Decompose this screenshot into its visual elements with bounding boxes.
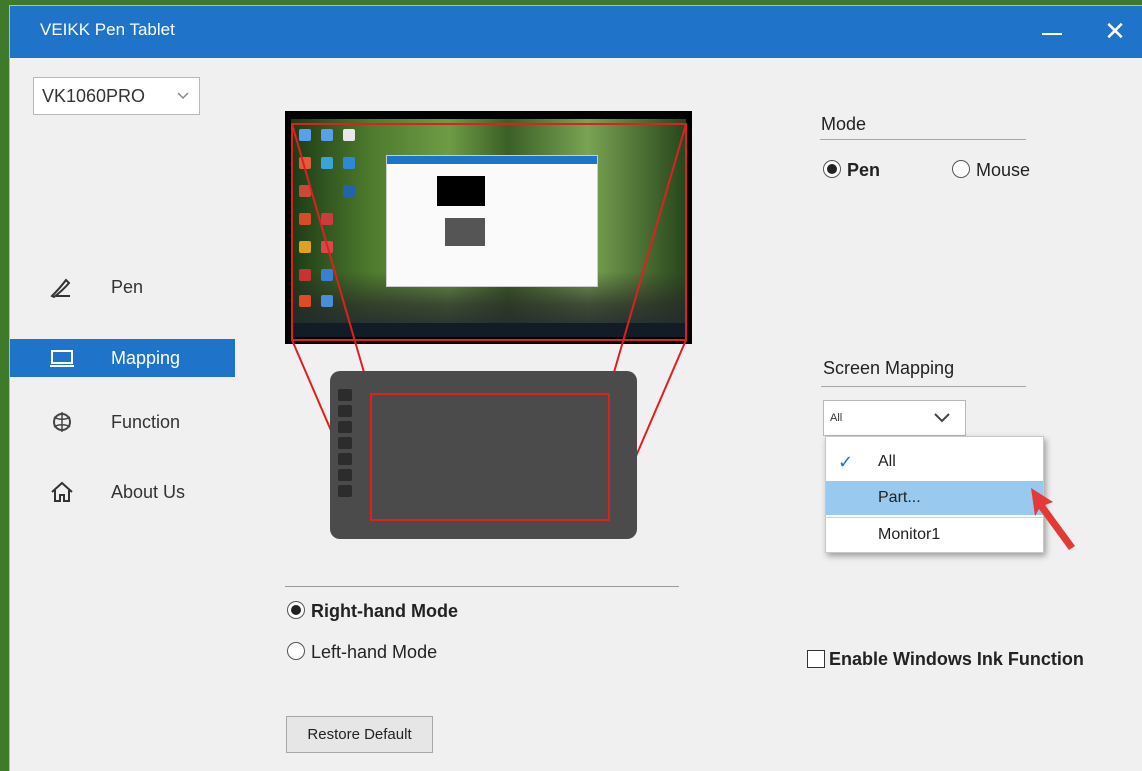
tablet-preview: [330, 371, 637, 539]
screen-mapping-divider: [821, 386, 1026, 387]
right-hand-mode-label: Right-hand Mode: [311, 601, 458, 621]
mode-mouse-label: Mouse: [976, 160, 1031, 180]
radio-checked-icon: [287, 601, 305, 619]
dropdown-option-all[interactable]: ✓ All: [826, 445, 1043, 479]
dropdown-option-monitor1[interactable]: Monitor1: [826, 518, 1043, 552]
radio-unchecked-icon: [287, 642, 305, 660]
windows-ink-checkbox[interactable]: Enable Windows Ink Function: [807, 649, 1084, 670]
tablet-active-area: [370, 393, 610, 521]
dropdown-option-part[interactable]: Part...: [826, 481, 1043, 515]
radio-unchecked-icon: [952, 160, 970, 178]
mode-mouse-radio[interactable]: Mouse: [952, 160, 1030, 181]
restore-default-button[interactable]: Restore Default: [286, 716, 433, 753]
right-hand-mode-radio[interactable]: Right-hand Mode: [287, 601, 458, 622]
windows-ink-label: Enable Windows Ink Function: [829, 649, 1084, 669]
mode-pen-radio[interactable]: Pen: [823, 160, 880, 181]
app-window: VEIKK Pen Tablet ✕ VK1060PRO Pen Mapping…: [10, 6, 1142, 771]
pointer-arrow-icon: [1031, 488, 1075, 550]
left-hand-mode-radio[interactable]: Left-hand Mode: [287, 642, 437, 663]
mode-title: Mode: [821, 114, 867, 134]
left-hand-mode-label: Left-hand Mode: [311, 642, 438, 662]
screen-mapping-select[interactable]: All: [823, 400, 966, 436]
screen-mapping-dropdown: ✓ All Part... Monitor1: [825, 436, 1044, 553]
mode-divider: [820, 139, 1026, 140]
mode-pen-label: Pen: [847, 160, 881, 180]
radio-checked-icon: [823, 160, 841, 178]
checkbox-icon: [807, 650, 825, 668]
divider: [285, 586, 679, 587]
screen-mapping-value: All: [830, 412, 843, 424]
checkmark-icon: ✓: [838, 452, 854, 472]
screen-mapping-title: Screen Mapping: [823, 358, 955, 378]
